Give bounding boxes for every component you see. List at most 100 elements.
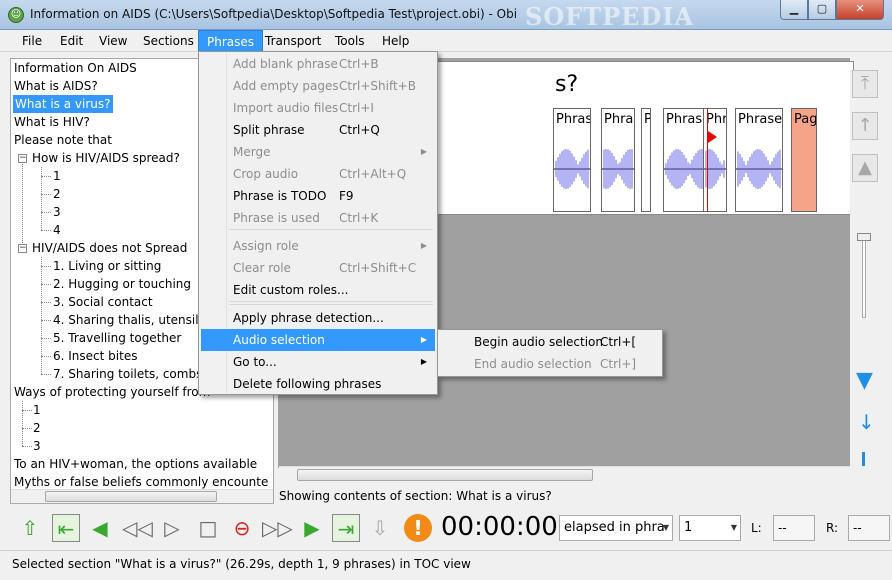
toc-item[interactable]: 4 — [53, 221, 61, 239]
toc-item[interactable]: 7. Sharing toilets, combs — [53, 365, 202, 383]
toc-item[interactable]: Ways of protecting yourself from — [14, 383, 210, 401]
collapse-icon[interactable]: − — [18, 154, 27, 163]
submenu-item-begin-audio-selection[interactable]: Begin audio selection Ctrl+[ — [440, 331, 660, 353]
section-strip[interactable]: s? Phrase (PhraPPhrase (PhrPhrasePag — [416, 61, 854, 215]
todo-marker-icon[interactable]: ! — [404, 514, 432, 542]
toc-item[interactable]: HIV/AIDS does not Spread — [32, 239, 187, 257]
toc-item[interactable]: What is AIDS? — [14, 77, 98, 95]
menu-view[interactable]: View — [91, 30, 135, 52]
menu-item-label: End audio selection — [474, 357, 592, 371]
menu-item-split-phrase[interactable]: Split phrase Ctrl+Q — [201, 119, 435, 141]
menu-item-label: Crop audio — [233, 167, 299, 181]
zoom-slider-track[interactable] — [862, 238, 866, 318]
close-button[interactable]: ✕ — [836, 0, 884, 20]
move-up-icon[interactable]: ↑ — [852, 112, 878, 140]
menu-item-crop-audio[interactable]: Crop audio Ctrl+Alt+Q — [201, 163, 435, 185]
playhead-cursor[interactable] — [707, 109, 708, 211]
next-page-icon[interactable]: ⇩ — [366, 514, 394, 542]
toc-horizontal-scrollbar[interactable] — [11, 489, 273, 503]
phrase-block[interactable]: Phr — [703, 108, 727, 212]
level-select[interactable]: 1 ▼ — [679, 515, 741, 541]
menu-item-add-empty-pages[interactable]: Add empty pages Ctrl+Shift+B — [201, 75, 435, 97]
toc-item[interactable]: 4. Sharing thalis, utensils — [53, 311, 205, 329]
menu-edit[interactable]: Edit — [52, 30, 91, 52]
toc-item-selected[interactable]: What is a virus? — [13, 95, 113, 113]
previous-section-icon[interactable]: ⇧ — [16, 514, 44, 542]
next-section-icon[interactable]: ⇥ — [332, 514, 360, 542]
menu-item-go-to[interactable]: Go to... ▶ — [201, 351, 435, 373]
menu-tools[interactable]: Tools — [327, 30, 373, 52]
move-up-page-icon[interactable]: ▲ — [852, 154, 878, 182]
menu-item-label: Add empty pages — [233, 79, 339, 93]
page-block[interactable]: Pag — [791, 108, 817, 212]
previous-phrase-icon[interactable]: ⇤ — [52, 514, 80, 542]
menu-item-delete-following-phrases[interactable]: Delete following phrases — [201, 373, 435, 395]
tree-line — [41, 176, 51, 177]
toc-item[interactable]: 2 — [33, 419, 41, 437]
menu-phrases[interactable]: Phrases — [198, 30, 264, 52]
toc-item[interactable]: 6. Insect bites — [53, 347, 137, 365]
phrase-block[interactable]: Phrase — [735, 108, 783, 212]
toc-item[interactable]: How is HIV/AIDS spread? — [32, 149, 180, 167]
toc-item[interactable]: 2. Hugging or touching — [53, 275, 191, 293]
record-icon[interactable]: ⊖ — [228, 514, 256, 542]
move-down-icon[interactable]: ↓ — [858, 410, 875, 434]
toc-item[interactable]: 3 — [53, 203, 61, 221]
menu-item-apply-phrase-detection[interactable]: Apply phrase detection... — [201, 307, 435, 329]
menu-item-label: Split phrase — [233, 123, 305, 137]
toc-item[interactable]: What is HIV? — [14, 113, 90, 131]
toc-item[interactable]: 5. Travelling together — [53, 329, 181, 347]
menu-item-edit-custom-roles[interactable]: Edit custom roles... — [201, 279, 435, 301]
menu-item-phrase-is-used[interactable]: Phrase is used Ctrl+K — [201, 207, 435, 229]
menu-item-assign-role[interactable]: Assign role ▶ — [201, 235, 435, 257]
content-horizontal-scrollbar[interactable] — [279, 466, 850, 482]
maximize-button[interactable]: ▢ — [808, 0, 836, 20]
scrollbar-thumb[interactable] — [45, 491, 217, 502]
menu-item-label: Delete following phrases — [233, 377, 382, 391]
minimize-button[interactable]: ▁ — [780, 0, 808, 20]
submenu-item-end-audio-selection[interactable]: End audio selection Ctrl+] — [440, 353, 660, 375]
collapse-icon[interactable]: − — [18, 244, 27, 253]
toc-item[interactable]: 3. Social contact — [53, 293, 153, 311]
play-icon[interactable]: ▷ — [158, 514, 186, 542]
phrase-block[interactable]: Phrase ( — [553, 108, 591, 212]
transport-bar: ⇧ ⇤ ◀ ◁◁ ▷ □ ⊖ ▷▷ ▶ ⇥ ⇩ ! 00:00:00 elaps… — [0, 508, 892, 548]
stop-icon[interactable]: □ — [194, 514, 222, 542]
scrollbar-thumb[interactable] — [297, 469, 593, 481]
phrase-block[interactable]: Phra — [601, 108, 635, 212]
fast-rewind-icon[interactable]: ◁◁ — [122, 514, 153, 542]
menu-item-label: Apply phrase detection... — [233, 311, 384, 325]
tree-line — [41, 356, 51, 357]
time-mode-select[interactable]: elapsed in phra ▼ — [559, 515, 673, 541]
move-to-bottom-icon[interactable] — [862, 452, 865, 466]
menu-item-add-blank-phrase[interactable]: Add blank phrase Ctrl+B — [201, 53, 435, 75]
menu-transport[interactable]: Transport — [257, 30, 329, 52]
toc-item[interactable]: Information On AIDS — [14, 59, 137, 77]
menu-sections[interactable]: Sections — [135, 30, 202, 52]
rewind-icon[interactable]: ◀ — [86, 514, 114, 542]
toc-item[interactable]: 1. Living or sitting — [53, 257, 161, 275]
tree-line — [41, 320, 51, 321]
menu-item-audio-selection[interactable]: Audio selection ▶ — [201, 329, 435, 351]
toc-item[interactable]: To an HIV+woman, the options available — [14, 455, 257, 473]
menu-item-import-audio-files[interactable]: Import audio files Ctrl+I — [201, 97, 435, 119]
toc-item[interactable]: 2 — [53, 185, 61, 203]
move-to-top-icon[interactable]: ⤒ — [852, 70, 878, 98]
move-down-filter-icon[interactable]: ▼ — [856, 368, 873, 393]
menu-help[interactable]: Help — [374, 30, 417, 52]
menu-item-merge[interactable]: Merge ▶ — [201, 141, 435, 163]
menu-item-phrase-is-todo[interactable]: Phrase is TODO F9 — [201, 185, 435, 207]
fast-forward-icon[interactable]: ▷▷ — [262, 514, 293, 542]
toc-item[interactable]: 1 — [53, 167, 61, 185]
toc-item[interactable]: 1 — [33, 401, 41, 419]
menu-file[interactable]: File — [14, 30, 50, 52]
left-level-field: -- — [773, 515, 815, 541]
menu-item-clear-role[interactable]: Clear role Ctrl+Shift+C — [201, 257, 435, 279]
zoom-slider-handle[interactable] — [857, 233, 871, 241]
toc-item[interactable]: 3 — [33, 437, 41, 455]
phrase-block[interactable]: P — [641, 108, 651, 212]
next-phrase-icon[interactable]: ▶ — [298, 514, 326, 542]
toc-item[interactable]: Please note that — [14, 131, 112, 149]
tree-line — [22, 410, 32, 411]
obi-app-icon[interactable]: ☺ — [8, 7, 24, 23]
